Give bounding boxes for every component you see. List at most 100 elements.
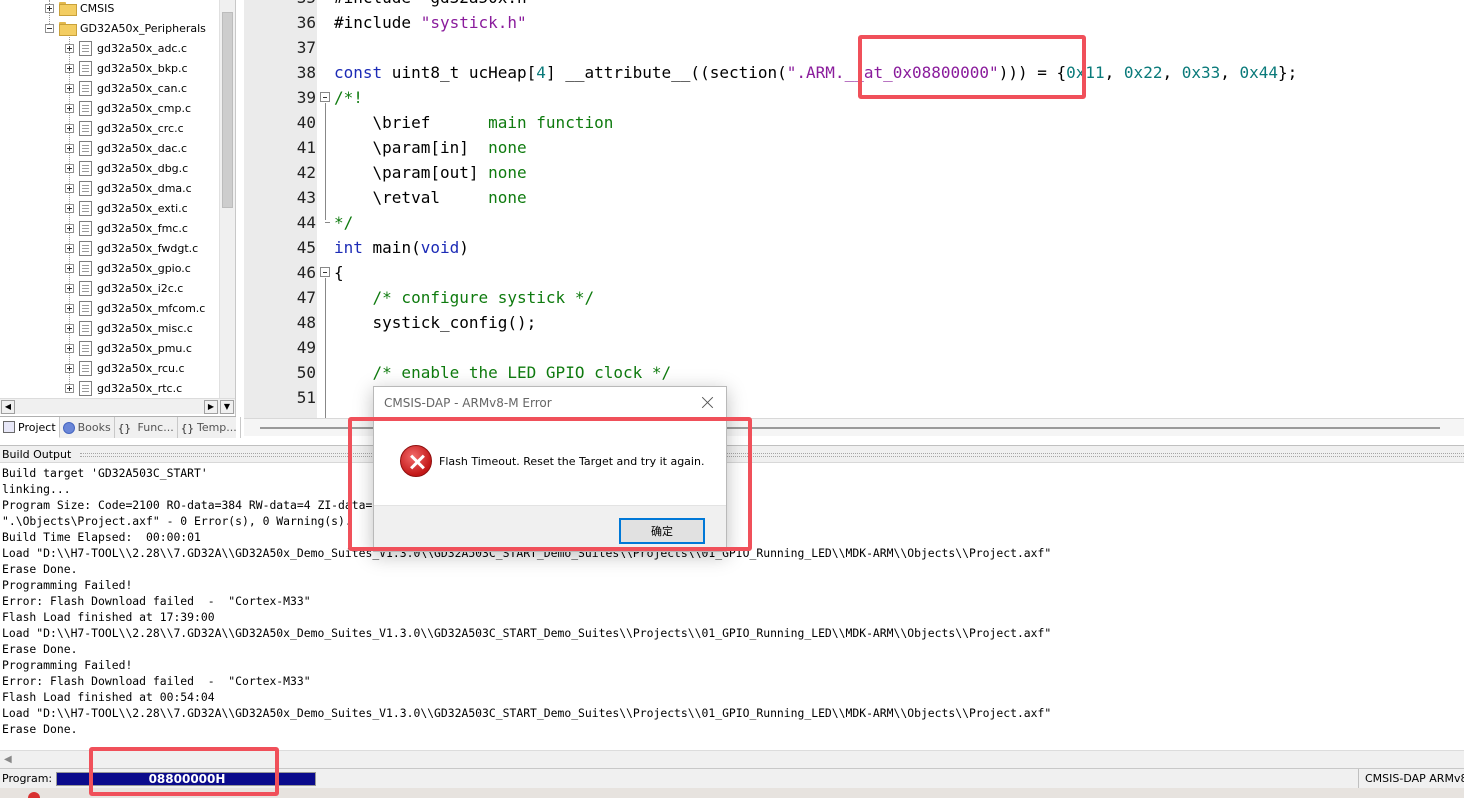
project-panel: CMSIS GD32A50x_Peripherals gd32a50x_adc.… [0, 0, 236, 416]
code-text: /* enable the LED GPIO clock */ [334, 360, 672, 385]
expand-icon[interactable] [65, 323, 74, 333]
tree-file-item[interactable]: gd32a50x_dac.c [65, 138, 187, 158]
code-line[interactable]: 42 \param[out] none [244, 160, 1464, 185]
notification-icon[interactable] [28, 792, 40, 798]
c-file-icon [79, 160, 92, 176]
tree-file-label: gd32a50x_mfcom.c [97, 301, 206, 315]
code-token: }; [1278, 63, 1298, 82]
tab-project[interactable]: Project [0, 417, 60, 438]
tree-file-item[interactable]: gd32a50x_mfcom.c [65, 298, 205, 318]
tree-file-item[interactable]: gd32a50x_rtc.c [65, 378, 182, 398]
close-icon[interactable] [698, 393, 718, 413]
code-line[interactable]: 36 #include "systick.h" [244, 10, 1464, 35]
code-line[interactable]: 40 \brief main function [244, 110, 1464, 135]
expand-icon[interactable] [65, 83, 74, 93]
scroll-right-icon[interactable]: ▶ [204, 400, 218, 414]
tree-file-label: gd32a50x_gpio.c [97, 261, 191, 275]
code-line[interactable]: 41 \param[in] none [244, 135, 1464, 160]
scroll-left-icon[interactable]: ◀ [1, 400, 15, 414]
code-line[interactable]: 50 /* enable the LED GPIO clock */ [244, 360, 1464, 385]
tree-file-item[interactable]: gd32a50x_adc.c [65, 38, 187, 58]
expand-icon[interactable] [65, 383, 74, 393]
scroll-left-icon[interactable]: ◀ [4, 754, 12, 765]
fold-toggle-icon[interactable] [320, 267, 330, 277]
code-text: /*! [334, 85, 363, 110]
dialog-titlebar[interactable]: CMSIS-DAP - ARMv8-M Error [374, 387, 726, 419]
tree-file-item[interactable]: gd32a50x_dbg.c [65, 158, 188, 178]
tree-horizontal-scrollbar[interactable]: ◀ ▶ ▼ [0, 398, 235, 414]
expand-icon[interactable] [65, 343, 74, 353]
tree-vertical-scrollbar[interactable] [219, 0, 235, 398]
tree-file-item[interactable]: gd32a50x_exti.c [65, 198, 188, 218]
code-token: /* configure systick */ [334, 288, 595, 307]
expand-icon[interactable] [65, 103, 74, 113]
tree-file-item[interactable]: gd32a50x_i2c.c [65, 278, 183, 298]
scroll-thumb[interactable] [222, 12, 233, 208]
tree-file-item[interactable]: gd32a50x_crc.c [65, 118, 184, 138]
code-token: none [488, 138, 527, 157]
code-editor[interactable]: 35 #include "gd32a50x.h" 36 #include "systi… [244, 0, 1464, 418]
expand-icon[interactable] [65, 363, 74, 373]
expand-icon[interactable] [45, 3, 54, 13]
code-token: #include "gd32a50x.h" [334, 0, 536, 7]
expand-icon[interactable] [65, 223, 74, 233]
tree-file-item[interactable]: gd32a50x_rcu.c [65, 358, 185, 378]
expand-icon[interactable] [65, 123, 74, 133]
c-file-icon [79, 380, 92, 396]
expand-icon[interactable] [65, 163, 74, 173]
tree-folder-cmsis[interactable]: CMSIS [45, 0, 114, 18]
tab-books[interactable]: Books [60, 417, 115, 438]
code-line[interactable]: 48 systick_config(); [244, 310, 1464, 335]
tree-file-item[interactable]: gd32a50x_misc.c [65, 318, 193, 338]
tree-file-label: gd32a50x_rtc.c [97, 381, 183, 395]
tree-file-item[interactable]: gd32a50x_can.c [65, 78, 187, 98]
code-token: systick_config(); [334, 313, 537, 332]
output-line: Build target 'GD32A503C_START' [2, 466, 208, 480]
scroll-down-icon[interactable]: ▼ [220, 400, 234, 414]
expand-icon[interactable] [65, 303, 74, 313]
tree-file-label: gd32a50x_dac.c [97, 141, 188, 155]
tree-file-item[interactable]: gd32a50x_dma.c [65, 178, 192, 198]
expand-icon[interactable] [65, 243, 74, 253]
tree-file-item[interactable]: gd32a50x_cmp.c [65, 98, 191, 118]
code-line[interactable]: 38 const uint8_t ucHeap[4] __attribute__(… [244, 60, 1464, 85]
output-line: Flash Load finished at 17:39:00 [2, 610, 215, 624]
c-file-icon [79, 360, 92, 376]
tree-folder-peripherals[interactable]: GD32A50x_Peripherals [45, 18, 206, 38]
expand-icon[interactable] [65, 203, 74, 213]
tree-file-item[interactable]: gd32a50x_fwdgt.c [65, 238, 198, 258]
line-number: 48 [296, 313, 316, 332]
code-token: none [488, 188, 527, 207]
expand-icon[interactable] [65, 143, 74, 153]
code-line[interactable]: 44 */ [244, 210, 1464, 235]
tree-file-item[interactable]: gd32a50x_fmc.c [65, 218, 188, 238]
tab-functions[interactable]: {} Func... [115, 417, 178, 438]
tree-file-item[interactable]: gd32a50x_pmu.c [65, 338, 192, 358]
expand-icon[interactable] [65, 63, 74, 73]
code-line[interactable]: 43 \retval none [244, 185, 1464, 210]
code-token: "systick.h" [420, 13, 527, 32]
code-line[interactable]: 39 /*! [244, 85, 1464, 110]
code-line[interactable]: 47 /* configure systick */ [244, 285, 1464, 310]
c-file-icon [79, 280, 92, 296]
line-number: 43 [296, 188, 316, 207]
expand-icon[interactable] [65, 263, 74, 273]
code-token: main function [488, 113, 614, 132]
code-line[interactable]: 37 [244, 35, 1464, 60]
expand-icon[interactable] [65, 283, 74, 293]
panel-tabs: Project Books {} Func... {} Temp... [0, 416, 241, 438]
code-token: */ [334, 213, 354, 232]
code-line[interactable]: 49 [244, 335, 1464, 360]
code-line[interactable]: 35 #include "gd32a50x.h" [244, 0, 1464, 10]
output-line: Error: Flash Download failed - "Cortex-M… [2, 674, 311, 688]
tab-templates[interactable]: {} Temp... [178, 417, 241, 438]
code-line[interactable]: 46 { [244, 260, 1464, 285]
code-text: /* configure systick */ [334, 285, 595, 310]
expand-icon[interactable] [65, 43, 74, 53]
collapse-icon[interactable] [45, 23, 54, 33]
code-line[interactable]: 45 int main(void) [244, 235, 1464, 260]
tree-file-item[interactable]: gd32a50x_gpio.c [65, 258, 191, 278]
expand-icon[interactable] [65, 183, 74, 193]
fold-toggle-icon[interactable] [320, 92, 330, 102]
tree-file-item[interactable]: gd32a50x_bkp.c [65, 58, 188, 78]
